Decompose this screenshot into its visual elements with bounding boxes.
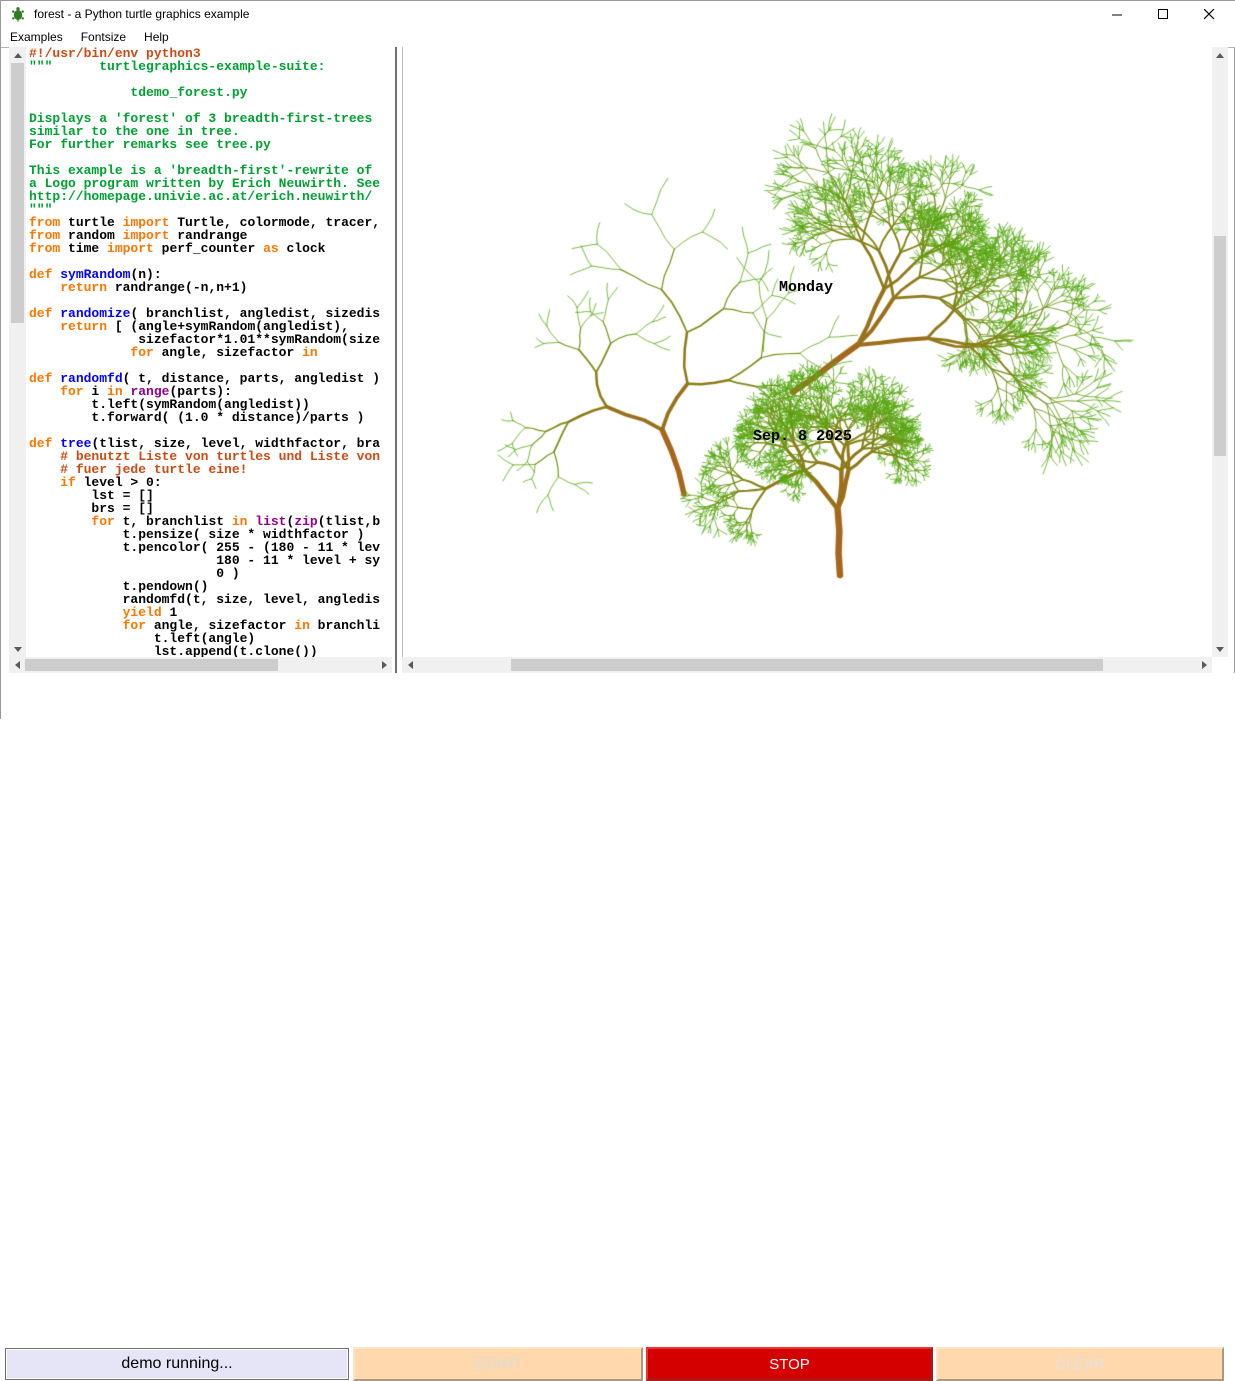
window-title: forest - a Python turtle graphics exampl… bbox=[34, 7, 249, 21]
scroll-up-arrow-icon[interactable] bbox=[9, 47, 26, 63]
status-message: demo running... bbox=[5, 1348, 349, 1380]
menu-fontsize[interactable]: Fontsize bbox=[72, 28, 135, 46]
source-code-view[interactable]: #!/usr/bin/env python3""" turtlegraphics… bbox=[26, 47, 392, 657]
status-bar: demo running... START STOP CLEAR bbox=[1, 673, 1235, 720]
canvas-text-label: Sep. 8 2025 bbox=[753, 428, 852, 445]
code-line: t.forward( (1.0 * distance)/parts ) bbox=[29, 411, 392, 424]
scroll-left-arrow-icon[interactable] bbox=[9, 657, 25, 673]
code-horizontal-scrollbar[interactable] bbox=[9, 657, 392, 673]
canvas-horizontal-scrollbar[interactable] bbox=[402, 657, 1212, 673]
menu-help[interactable]: Help bbox=[135, 28, 178, 46]
scrollbar-thumb[interactable] bbox=[25, 659, 278, 671]
code-line: For further remarks see tree.py bbox=[29, 138, 392, 151]
scroll-down-arrow-icon[interactable] bbox=[1212, 641, 1228, 657]
code-line: """ turtlegraphics-example-suite: bbox=[29, 60, 392, 73]
code-line: http://homepage.univie.ac.at/erich.neuwi… bbox=[29, 190, 392, 203]
title-bar: forest - a Python turtle graphics exampl… bbox=[1, 1, 1235, 27]
stop-button[interactable]: STOP bbox=[646, 1347, 933, 1381]
turtle-icon bbox=[10, 6, 26, 22]
close-button[interactable] bbox=[1186, 1, 1232, 27]
scroll-down-arrow-icon[interactable] bbox=[9, 641, 26, 657]
start-button[interactable]: START bbox=[353, 1347, 643, 1381]
window-controls bbox=[1094, 1, 1232, 27]
scrollbar-thumb[interactable] bbox=[511, 659, 1102, 671]
code-line: return randrange(-n,n+1) bbox=[29, 281, 392, 294]
scroll-up-arrow-icon[interactable] bbox=[1212, 47, 1228, 63]
maximize-button[interactable] bbox=[1140, 1, 1186, 27]
scroll-right-arrow-icon[interactable] bbox=[376, 657, 392, 673]
turtle-drawing-canvas bbox=[403, 47, 1213, 657]
code-line: for angle, sizefactor in bbox=[29, 346, 392, 359]
code-line: tdemo_forest.py bbox=[29, 86, 392, 99]
canvas-vertical-scrollbar[interactable] bbox=[1212, 47, 1228, 657]
code-vertical-scrollbar[interactable] bbox=[9, 47, 26, 657]
code-line: from time import perf_counter as clock bbox=[29, 242, 392, 255]
clear-button[interactable]: CLEAR bbox=[936, 1347, 1224, 1381]
app-window: { "window": { "title": "forest - a Pytho… bbox=[0, 0, 1235, 719]
scrollbar-thumb[interactable] bbox=[11, 63, 24, 323]
scroll-right-arrow-icon[interactable] bbox=[1196, 657, 1212, 673]
minimize-button[interactable] bbox=[1094, 1, 1140, 27]
scrollbar-thumb[interactable] bbox=[1214, 236, 1226, 456]
code-line: lst.append(t.clone()) bbox=[29, 645, 392, 657]
pane-sash[interactable] bbox=[392, 47, 402, 673]
menubar: Examples Fontsize Help bbox=[1, 27, 1235, 48]
menu-examples[interactable]: Examples bbox=[1, 28, 72, 46]
turtle-canvas-pane: Monday Sep. 8 2025 bbox=[402, 47, 1212, 657]
scroll-left-arrow-icon[interactable] bbox=[402, 657, 418, 673]
canvas-text-label: Monday bbox=[779, 279, 833, 296]
